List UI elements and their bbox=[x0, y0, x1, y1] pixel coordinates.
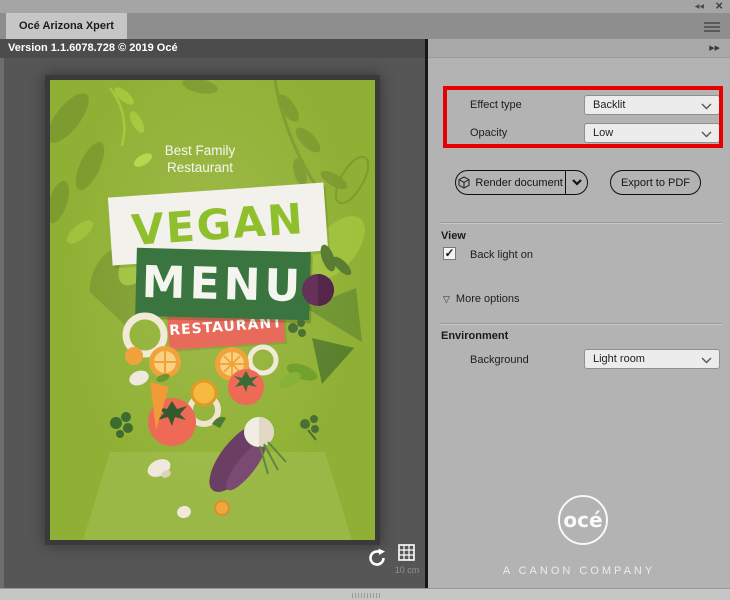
oce-logo-text: océ bbox=[563, 508, 602, 532]
section-divider bbox=[440, 323, 722, 325]
plugin-window: ◀◀ × Océ Arizona Xpert Version 1.1.6078.… bbox=[0, 0, 730, 600]
mushroom bbox=[145, 456, 174, 481]
orange-slice bbox=[149, 346, 181, 378]
beet bbox=[302, 274, 334, 306]
more-options-label: More options bbox=[456, 293, 520, 305]
back-light-checkbox[interactable]: ✓ bbox=[443, 247, 456, 260]
grid-toggle-icon[interactable] bbox=[398, 544, 415, 561]
mushroom bbox=[127, 368, 151, 388]
render-options-arrow[interactable] bbox=[565, 171, 587, 194]
preview-pane: Version 1.1.6078.728 © 2019 Océ bbox=[0, 39, 426, 588]
settings-panel: ▶▶ Effect type Backlit Opacity Low Rende bbox=[428, 39, 730, 588]
mushroom bbox=[176, 504, 193, 519]
orange bbox=[125, 347, 143, 365]
vegetables-illustration bbox=[50, 80, 380, 545]
oce-logo: océ bbox=[558, 495, 608, 545]
company-text: A CANON COMPANY bbox=[428, 565, 730, 577]
check-icon: ✓ bbox=[444, 246, 454, 260]
opacity-label: Opacity bbox=[470, 127, 507, 139]
effect-type-dropdown[interactable]: Backlit bbox=[584, 95, 720, 115]
chevron-down-icon bbox=[701, 131, 712, 138]
document-preview: Best Family Restaurant VEGAN RESTAURANT … bbox=[45, 75, 380, 545]
effect-type-value: Backlit bbox=[593, 99, 625, 111]
export-to-pdf-button[interactable]: Export to PDF bbox=[610, 170, 701, 195]
version-text: Version 1.1.6078.728 © 2019 Océ bbox=[0, 39, 426, 58]
environment-section-title: Environment bbox=[441, 330, 508, 342]
close-icon[interactable]: × bbox=[715, 0, 723, 13]
orange bbox=[215, 501, 229, 515]
chevron-down-icon bbox=[701, 357, 712, 364]
expand-panel-icon[interactable]: ▶▶ bbox=[709, 44, 720, 52]
parsley bbox=[300, 415, 319, 440]
chevron-down-icon bbox=[701, 103, 712, 110]
effect-type-label: Effect type bbox=[470, 99, 522, 111]
chevron-down-icon bbox=[572, 179, 582, 186]
tab-bar: Océ Arizona Xpert bbox=[0, 13, 730, 39]
orange bbox=[192, 381, 216, 405]
panel-menu-icon[interactable] bbox=[704, 22, 720, 34]
collapse-panel-icon[interactable]: ◀◀ bbox=[695, 3, 704, 10]
render-document-label: Render document bbox=[475, 177, 562, 189]
opacity-value: Low bbox=[593, 127, 613, 139]
tab-oce-arizona-xpert[interactable]: Océ Arizona Xpert bbox=[6, 13, 127, 39]
opacity-dropdown[interactable]: Low bbox=[584, 123, 720, 143]
cube-icon bbox=[458, 176, 470, 189]
export-to-pdf-label: Export to PDF bbox=[621, 177, 690, 189]
more-options-toggle[interactable]: ▽ More options bbox=[443, 293, 520, 305]
parsley bbox=[110, 412, 133, 438]
titlebar: ◀◀ × bbox=[0, 0, 730, 13]
grid-scale-label: 10 cm bbox=[392, 565, 422, 575]
render-document-button[interactable]: Render document bbox=[455, 170, 588, 195]
section-divider bbox=[440, 222, 722, 224]
scrollbar-grip[interactable] bbox=[352, 593, 380, 598]
background-value: Light room bbox=[593, 353, 645, 365]
panel-header: ▶▶ bbox=[428, 39, 730, 58]
view-section-title: View bbox=[441, 230, 466, 242]
leaves bbox=[277, 360, 320, 391]
triangle-down-icon: ▽ bbox=[443, 294, 450, 305]
arugula-leaves bbox=[318, 243, 354, 278]
back-light-label: Back light on bbox=[470, 249, 533, 261]
background-label: Background bbox=[470, 354, 529, 366]
rotate-view-icon[interactable] bbox=[366, 547, 388, 569]
background-dropdown[interactable]: Light room bbox=[584, 349, 720, 369]
onion-ring bbox=[250, 347, 276, 373]
horizontal-scrollbar[interactable] bbox=[0, 588, 730, 600]
vertical-scrollbar[interactable] bbox=[0, 58, 4, 588]
tomato bbox=[228, 369, 264, 405]
parsley bbox=[288, 319, 306, 337]
